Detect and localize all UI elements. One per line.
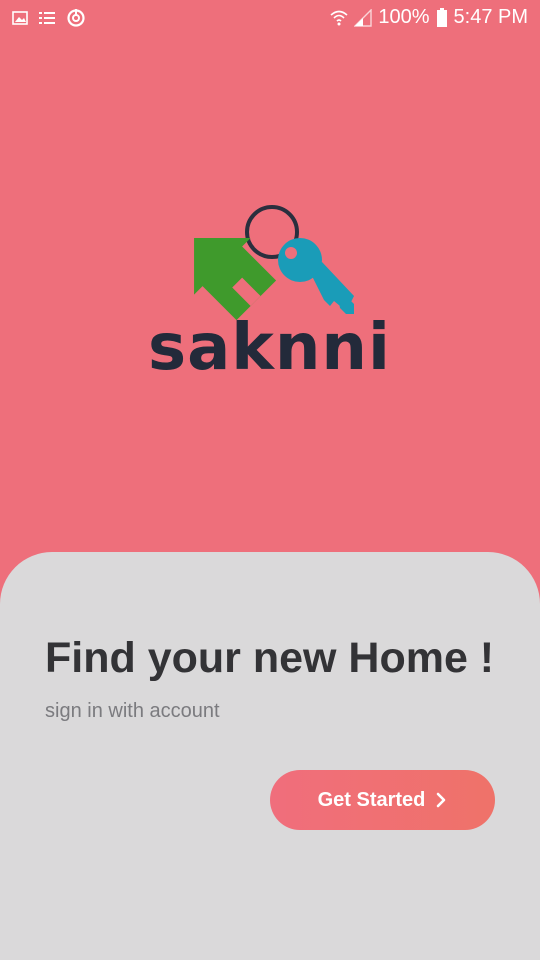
status-bar: 100% 5:47 PM: [0, 0, 540, 36]
get-started-button[interactable]: Get Started: [270, 770, 495, 830]
subtitle: sign in with account: [45, 700, 220, 722]
sync-icon: [66, 8, 86, 28]
image-icon: [12, 11, 28, 25]
notification-icons: [12, 8, 86, 28]
list-icon: [38, 10, 56, 26]
signal-icon: [354, 8, 373, 27]
bottom-sheet: [0, 552, 540, 960]
battery-icon: [436, 7, 448, 28]
system-status: 100% 5:47 PM: [330, 6, 528, 29]
clock: 5:47 PM: [453, 6, 528, 28]
logo-wordmark: saknni: [148, 311, 391, 385]
get-started-label: Get Started: [317, 788, 426, 811]
key-icon: [278, 238, 354, 314]
chevron-right-icon: [435, 791, 447, 809]
wifi-icon: [330, 9, 348, 27]
page-title: Find your new Home !: [45, 634, 495, 682]
battery-percent: 100%: [378, 6, 430, 28]
